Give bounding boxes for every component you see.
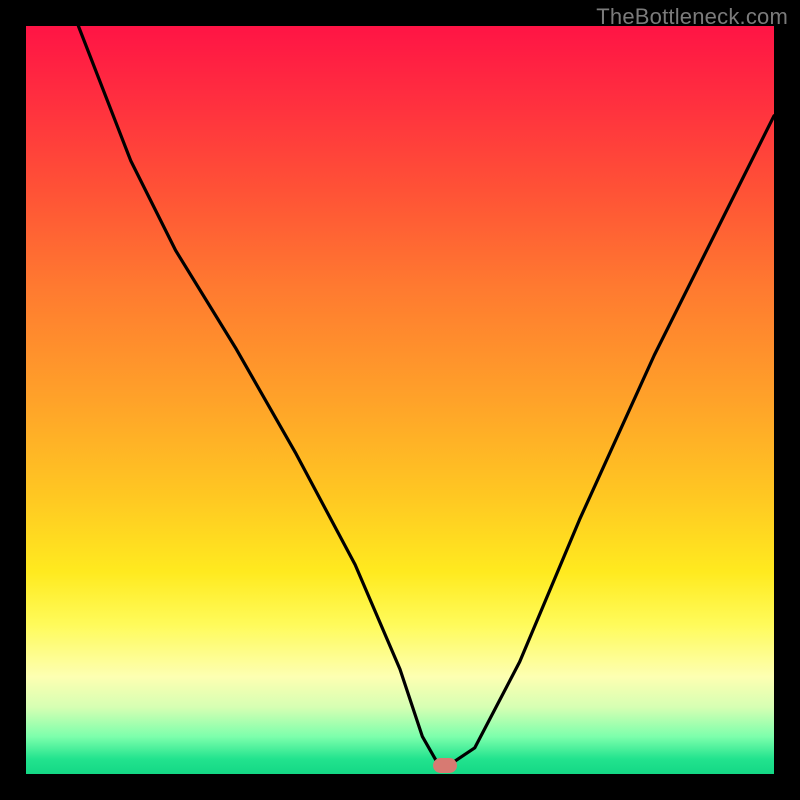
bottleneck-curve [26,26,774,774]
chart-frame: TheBottleneck.com [0,0,800,800]
optimal-point-marker [433,758,457,773]
watermark-text: TheBottleneck.com [596,4,788,30]
chart-plot-area [26,26,774,774]
